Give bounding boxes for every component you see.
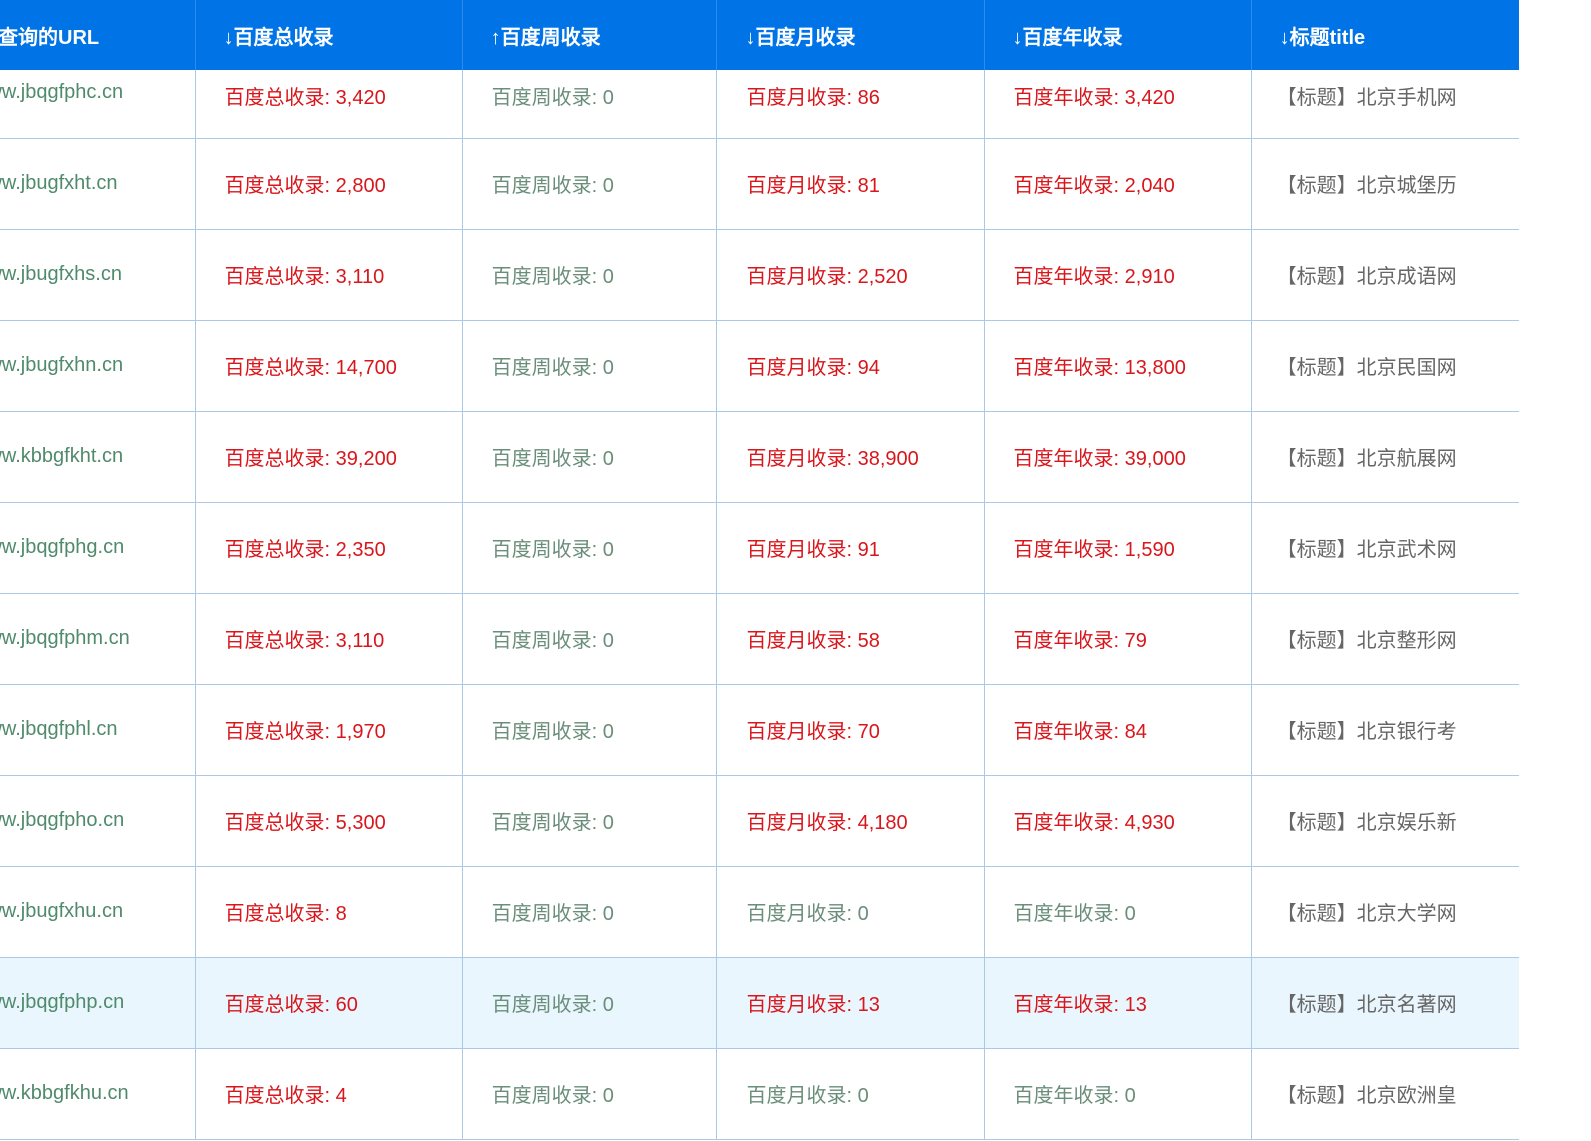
total-count-cell: 百度总收录: 4: [194, 1048, 463, 1140]
month-count-cell: 百度月收录: 81: [716, 138, 985, 230]
week-count-cell: 百度周收录: 0: [461, 1048, 717, 1140]
year-count-cell: 百度年收录: 4,930: [983, 775, 1252, 867]
year-count-cell: 百度年收录: 13,800: [983, 320, 1252, 412]
table-row: www.jbqgfphp.cn百度总收录: 60百度周收录: 0百度月收录: 1…: [0, 957, 1519, 1049]
table-row: www.jbqgfphm.cn百度总收录: 3,110百度周收录: 0百度月收录…: [0, 593, 1519, 685]
title-cell: 【标题】北京手机网: [1250, 70, 1519, 139]
total-count-cell: 百度总收录: 3,420: [194, 70, 463, 139]
url-cell[interactable]: www.kbbgfkht.cn: [0, 411, 196, 503]
url-cell[interactable]: www.jbqgfphg.cn: [0, 502, 196, 594]
table-row: www.kbbgfkhu.cn百度总收录: 4百度周收录: 0百度月收录: 0百…: [0, 1048, 1519, 1140]
url-cell[interactable]: www.jbqgfphm.cn: [0, 593, 196, 685]
table-row: www.jbqgfpho.cn百度总收录: 5,300百度周收录: 0百度月收录…: [0, 775, 1519, 867]
title-cell: 【标题】北京武术网: [1250, 502, 1519, 594]
title-cell: 【标题】北京娱乐新: [1250, 775, 1519, 867]
month-count-cell: 百度月收录: 13: [716, 957, 985, 1049]
year-count-cell: 百度年收录: 13: [983, 957, 1252, 1049]
url-cell[interactable]: www.jbugfxhs.cn: [0, 229, 196, 321]
month-count-cell: 百度月收录: 94: [716, 320, 985, 412]
table-row: www.kbbgfkht.cn百度总收录: 39,200百度周收录: 0百度月收…: [0, 411, 1519, 503]
table-row: www.jbugfxhn.cn百度总收录: 14,700百度周收录: 0百度月收…: [0, 320, 1519, 412]
title-cell: 【标题】北京名著网: [1250, 957, 1519, 1049]
week-count-cell: 百度周收录: 0: [461, 320, 717, 412]
year-count-cell: 百度年收录: 84: [983, 684, 1252, 776]
year-count-cell: 百度年收录: 39,000: [983, 411, 1252, 503]
url-cell[interactable]: www.jbqgfphp.cn: [0, 957, 196, 1049]
url-cell[interactable]: www.jbqgfpho.cn: [0, 775, 196, 867]
year-count-cell: 百度年收录: 3,420: [983, 70, 1252, 139]
header-year-sort[interactable]: ↓百度年收录: [983, 0, 1252, 70]
table-row: www.jbugfxhs.cn百度总收录: 3,110百度周收录: 0百度月收录…: [0, 229, 1519, 321]
header-url: 查询的URL: [0, 0, 196, 70]
total-count-cell: 百度总收录: 3,110: [194, 229, 463, 321]
month-count-cell: 百度月收录: 58: [716, 593, 985, 685]
header-week-sort[interactable]: ↑百度周收录: [461, 0, 717, 70]
table-row: www.jbqgfphl.cn百度总收录: 1,970百度周收录: 0百度月收录…: [0, 684, 1519, 776]
month-count-cell: 百度月收录: 0: [716, 1048, 985, 1140]
week-count-cell: 百度周收录: 0: [461, 866, 717, 958]
month-count-cell: 百度月收录: 38,900: [716, 411, 985, 503]
year-count-cell: 百度年收录: 2,910: [983, 229, 1252, 321]
table-row: www.jbugfxhu.cn百度总收录: 8百度周收录: 0百度月收录: 0百…: [0, 866, 1519, 958]
month-count-cell: 百度月收录: 86: [716, 70, 985, 139]
title-cell: 【标题】北京整形网: [1250, 593, 1519, 685]
total-count-cell: 百度总收录: 60: [194, 957, 463, 1049]
table-body: www.jbqgfphc.cn百度总收录: 3,420百度周收录: 0百度月收录…: [0, 70, 1519, 1140]
total-count-cell: 百度总收录: 5,300: [194, 775, 463, 867]
url-cell[interactable]: www.jbugfxhn.cn: [0, 320, 196, 412]
title-cell: 【标题】北京银行考: [1250, 684, 1519, 776]
total-count-cell: 百度总收录: 8: [194, 866, 463, 958]
week-count-cell: 百度周收录: 0: [461, 70, 717, 139]
table-row: www.jbqgfphc.cn百度总收录: 3,420百度周收录: 0百度月收录…: [0, 70, 1519, 139]
url-cell[interactable]: www.jbugfxhu.cn: [0, 866, 196, 958]
month-count-cell: 百度月收录: 4,180: [716, 775, 985, 867]
total-count-cell: 百度总收录: 3,110: [194, 593, 463, 685]
header-total-sort[interactable]: ↓百度总收录: [194, 0, 463, 70]
baidu-index-table: 查询的URL ↓百度总收录 ↑百度周收录 ↓百度月收录 ↓百度年收录 ↓标题ti…: [0, 0, 1519, 1140]
year-count-cell: 百度年收录: 1,590: [983, 502, 1252, 594]
title-cell: 【标题】北京欧洲皇: [1250, 1048, 1519, 1140]
header-title-sort[interactable]: ↓标题title: [1250, 0, 1519, 70]
url-cell[interactable]: www.jbugfxht.cn: [0, 138, 196, 230]
title-cell: 【标题】北京成语网: [1250, 229, 1519, 321]
total-count-cell: 百度总收录: 39,200: [194, 411, 463, 503]
table-header-row: 查询的URL ↓百度总收录 ↑百度周收录 ↓百度月收录 ↓百度年收录 ↓标题ti…: [0, 0, 1519, 70]
table-row: www.jbugfxht.cn百度总收录: 2,800百度周收录: 0百度月收录…: [0, 138, 1519, 230]
year-count-cell: 百度年收录: 0: [983, 866, 1252, 958]
title-cell: 【标题】北京城堡历: [1250, 138, 1519, 230]
week-count-cell: 百度周收录: 0: [461, 593, 717, 685]
month-count-cell: 百度月收录: 70: [716, 684, 985, 776]
year-count-cell: 百度年收录: 79: [983, 593, 1252, 685]
title-cell: 【标题】北京航展网: [1250, 411, 1519, 503]
week-count-cell: 百度周收录: 0: [461, 411, 717, 503]
table-row: www.jbqgfphg.cn百度总收录: 2,350百度周收录: 0百度月收录…: [0, 502, 1519, 594]
total-count-cell: 百度总收录: 2,350: [194, 502, 463, 594]
total-count-cell: 百度总收录: 1,970: [194, 684, 463, 776]
month-count-cell: 百度月收录: 91: [716, 502, 985, 594]
week-count-cell: 百度周收录: 0: [461, 684, 717, 776]
total-count-cell: 百度总收录: 14,700: [194, 320, 463, 412]
week-count-cell: 百度周收录: 0: [461, 229, 717, 321]
title-cell: 【标题】北京民国网: [1250, 320, 1519, 412]
url-cell[interactable]: www.jbqgfphc.cn: [0, 70, 196, 139]
week-count-cell: 百度周收录: 0: [461, 502, 717, 594]
week-count-cell: 百度周收录: 0: [461, 957, 717, 1049]
url-cell[interactable]: www.jbqgfphl.cn: [0, 684, 196, 776]
results-viewport: 查询的URL ↓百度总收录 ↑百度周收录 ↓百度月收录 ↓百度年收录 ↓标题ti…: [0, 0, 1591, 1141]
month-count-cell: 百度月收录: 2,520: [716, 229, 985, 321]
week-count-cell: 百度周收录: 0: [461, 775, 717, 867]
year-count-cell: 百度年收录: 0: [983, 1048, 1252, 1140]
week-count-cell: 百度周收录: 0: [461, 138, 717, 230]
year-count-cell: 百度年收录: 2,040: [983, 138, 1252, 230]
month-count-cell: 百度月收录: 0: [716, 866, 985, 958]
header-month-sort[interactable]: ↓百度月收录: [716, 0, 985, 70]
total-count-cell: 百度总收录: 2,800: [194, 138, 463, 230]
url-cell[interactable]: www.kbbgfkhu.cn: [0, 1048, 196, 1140]
title-cell: 【标题】北京大学网: [1250, 866, 1519, 958]
